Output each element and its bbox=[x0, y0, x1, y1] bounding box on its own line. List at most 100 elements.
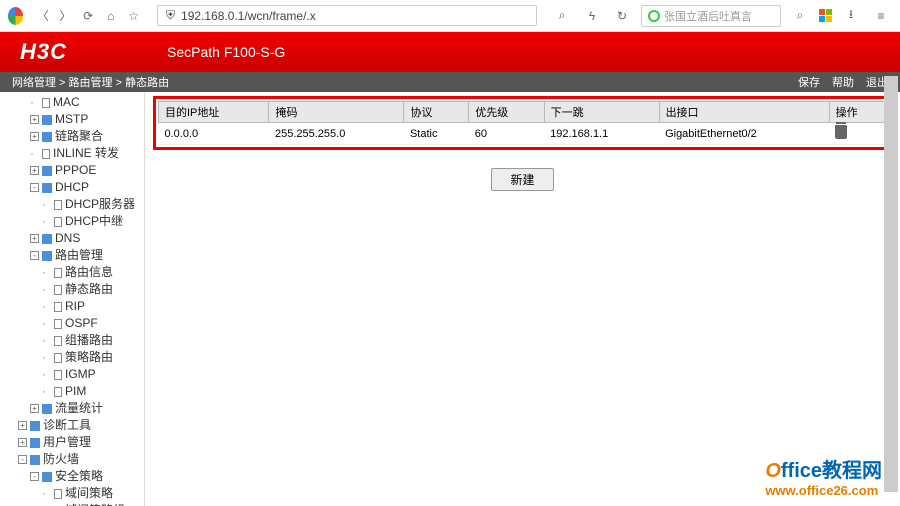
sidebar-item[interactable]: ·PIM bbox=[0, 383, 144, 400]
sidebar-item-label: DHCP中继 bbox=[65, 214, 123, 229]
page-icon bbox=[54, 319, 62, 329]
sidebar-item[interactable]: -防火墙 bbox=[0, 451, 144, 468]
watermark-o: O bbox=[765, 460, 781, 482]
page-icon bbox=[54, 387, 62, 397]
expand-icon[interactable]: + bbox=[18, 438, 27, 447]
sidebar-item-label: DNS bbox=[55, 231, 80, 246]
col-mask: 掩码 bbox=[269, 102, 404, 123]
sidebar: ·MAC+MSTP+链路聚合·INLINE 转发+PPPOE-DHCP·DHCP… bbox=[0, 92, 145, 506]
expand-icon[interactable]: - bbox=[30, 472, 39, 481]
watermark-text: ffice教程网 bbox=[781, 460, 882, 482]
sidebar-item-label: MAC bbox=[53, 95, 80, 110]
reload-button[interactable]: ⟳ bbox=[79, 5, 98, 27]
sidebar-item-label: 静态路由 bbox=[65, 282, 113, 297]
page-icon bbox=[54, 353, 62, 363]
tree-connector: · bbox=[42, 384, 50, 399]
page-icon bbox=[54, 489, 62, 499]
cell-pref: 60 bbox=[469, 123, 544, 145]
sidebar-item[interactable]: + 链路聚合 bbox=[0, 128, 144, 145]
expand-icon[interactable]: + bbox=[30, 404, 39, 413]
url-bar[interactable]: ⛨ 192.168.0.1/wcn/frame/.x bbox=[157, 5, 537, 26]
page-icon bbox=[42, 98, 50, 108]
sidebar-item[interactable]: ·域间策略 bbox=[0, 485, 144, 502]
route-table-highlight: 目的IP地址 掩码 协议 优先级 下一跳 出接口 操作 0.0.0.0 255.… bbox=[153, 96, 892, 150]
expand-icon[interactable]: + bbox=[30, 115, 39, 124]
search-icon[interactable]: ⌕ bbox=[551, 5, 573, 27]
sidebar-item[interactable]: ·DHCP服务器 bbox=[0, 196, 144, 213]
tree-connector: · bbox=[42, 214, 50, 229]
folder-icon bbox=[30, 455, 40, 465]
expand-icon[interactable]: + bbox=[30, 166, 39, 175]
sidebar-item[interactable]: · INLINE 转发 bbox=[0, 145, 144, 162]
sidebar-item[interactable]: +诊断工具 bbox=[0, 417, 144, 434]
table-row[interactable]: 0.0.0.0 255.255.255.0 Static 60 192.168.… bbox=[159, 123, 887, 145]
folder-icon bbox=[42, 251, 52, 261]
folder-icon bbox=[42, 404, 52, 414]
sidebar-item[interactable]: -安全策略 bbox=[0, 468, 144, 485]
sidebar-item[interactable]: ·策略路由 bbox=[0, 349, 144, 366]
expand-icon[interactable]: + bbox=[18, 421, 27, 430]
refresh-icon[interactable]: ↻ bbox=[611, 5, 633, 27]
sidebar-item[interactable]: ·域间策略组 bbox=[0, 502, 144, 506]
tree-connector: · bbox=[42, 333, 50, 348]
col-next: 下一跳 bbox=[544, 102, 659, 123]
star-button[interactable]: ☆ bbox=[124, 5, 143, 27]
help-link[interactable]: 帮助 bbox=[832, 74, 854, 90]
sidebar-item[interactable]: ·组播路由 bbox=[0, 332, 144, 349]
search-go-icon[interactable]: ⌕ bbox=[789, 5, 811, 27]
back-button[interactable]: 〈 bbox=[33, 5, 52, 27]
sidebar-item[interactable]: ·路由信息 bbox=[0, 264, 144, 281]
expand-icon[interactable]: - bbox=[30, 183, 39, 192]
expand-icon[interactable]: - bbox=[30, 251, 39, 260]
sidebar-item[interactable]: · MAC bbox=[0, 94, 144, 111]
home-button[interactable]: ⌂ bbox=[102, 5, 121, 27]
forward-button[interactable]: 〉 bbox=[56, 5, 75, 27]
sidebar-item-label: RIP bbox=[65, 299, 85, 314]
sidebar-item-label: 用户管理 bbox=[43, 435, 91, 450]
sidebar-item[interactable]: ·OSPF bbox=[0, 315, 144, 332]
page-icon bbox=[42, 149, 50, 159]
sidebar-item[interactable]: ·RIP bbox=[0, 298, 144, 315]
folder-icon bbox=[30, 421, 40, 431]
sidebar-item[interactable]: -DHCP bbox=[0, 179, 144, 196]
delete-icon[interactable] bbox=[835, 125, 847, 139]
shield-icon: ⛨ bbox=[166, 8, 175, 23]
expand-icon[interactable]: - bbox=[18, 455, 27, 464]
sidebar-item-label: 链路聚合 bbox=[55, 129, 103, 144]
sidebar-item[interactable]: ·静态路由 bbox=[0, 281, 144, 298]
watermark: Office教程网 www.office26.com bbox=[765, 454, 882, 498]
page-icon bbox=[54, 285, 62, 295]
browser-toolbar: 〈 〉 ⟳ ⌂ ☆ ⛨ 192.168.0.1/wcn/frame/.x ⌕ ϟ… bbox=[0, 0, 900, 32]
tree-connector: · bbox=[30, 146, 38, 161]
sidebar-item[interactable]: +MSTP bbox=[0, 111, 144, 128]
sidebar-item[interactable]: · DHCP中继 bbox=[0, 213, 144, 230]
sidebar-item[interactable]: -路由管理 bbox=[0, 247, 144, 264]
scrollbar[interactable] bbox=[884, 76, 898, 492]
sidebar-item[interactable]: +流量统计 bbox=[0, 400, 144, 417]
sidebar-item[interactable]: + 用户管理 bbox=[0, 434, 144, 451]
product-name: SecPath F100-S-G bbox=[167, 44, 285, 60]
tree-connector: · bbox=[42, 265, 50, 280]
expand-icon[interactable]: + bbox=[30, 132, 39, 141]
menu-icon[interactable]: ≡ bbox=[870, 5, 892, 27]
search-input[interactable]: 张国立酒后吐真言 bbox=[641, 5, 781, 27]
save-link[interactable]: 保存 bbox=[798, 74, 820, 90]
sidebar-item[interactable]: ·IGMP bbox=[0, 366, 144, 383]
microsoft-icon[interactable] bbox=[819, 9, 832, 22]
cell-next: 192.168.1.1 bbox=[544, 123, 659, 145]
expand-icon[interactable]: + bbox=[30, 234, 39, 243]
tree-connector: · bbox=[42, 486, 50, 501]
sidebar-item-label: INLINE 转发 bbox=[53, 146, 119, 161]
download-icon[interactable]: ⭳ bbox=[840, 5, 862, 27]
sidebar-item-label: DHCP服务器 bbox=[65, 197, 135, 212]
sidebar-item[interactable]: + DNS bbox=[0, 230, 144, 247]
tree-connector: · bbox=[30, 95, 38, 110]
sidebar-item[interactable]: +PPPOE bbox=[0, 162, 144, 179]
cell-mask: 255.255.255.0 bbox=[269, 123, 404, 145]
qihoo-icon bbox=[648, 10, 660, 22]
logo: H3C bbox=[20, 39, 67, 65]
new-button[interactable]: 新建 bbox=[491, 168, 553, 191]
col-op: 操作 bbox=[829, 102, 886, 123]
flash-icon: ϟ bbox=[581, 5, 603, 27]
folder-icon bbox=[42, 234, 52, 244]
